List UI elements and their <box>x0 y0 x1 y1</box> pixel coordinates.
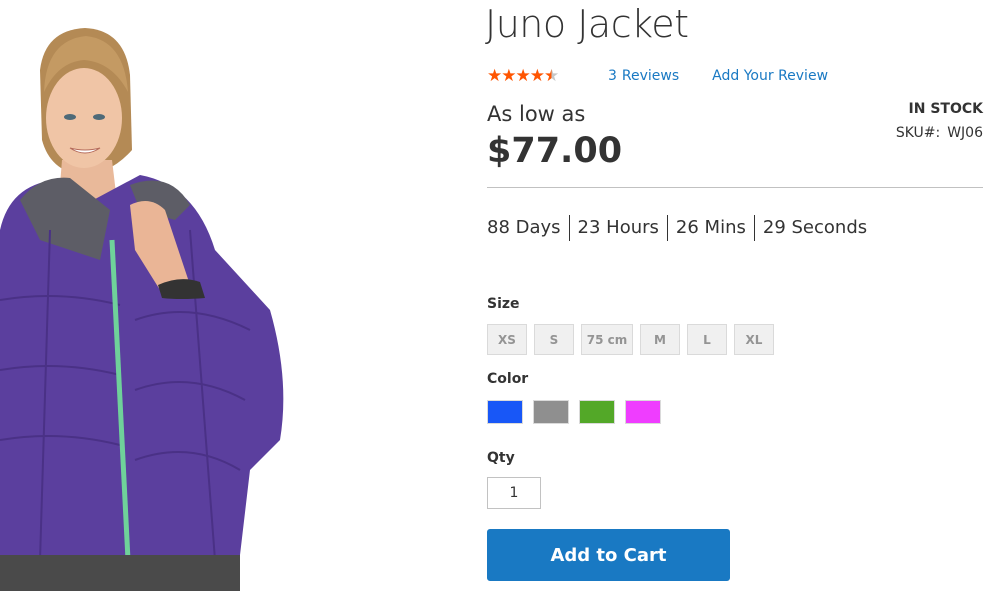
sku-value: WJ06 <box>947 125 983 141</box>
size-option-xl[interactable]: XL <box>734 324 774 355</box>
star-icon: ★ <box>501 65 517 86</box>
color-option-blue[interactable] <box>487 400 523 424</box>
add-review-link[interactable]: Add Your Review <box>712 68 828 84</box>
product-photo <box>0 0 300 591</box>
size-option-m[interactable]: M <box>640 324 680 355</box>
reviews-link[interactable]: 3 Reviews <box>608 68 679 84</box>
color-option-green[interactable] <box>579 400 615 424</box>
qty-label: Qty <box>487 450 515 466</box>
reviews-count: 3 <box>608 68 617 84</box>
star-icon: ★ <box>529 65 545 86</box>
size-option-75cm[interactable]: 75 cm <box>581 324 633 355</box>
price-prefix: As low as <box>487 102 586 126</box>
star-icon: ★ <box>487 65 503 86</box>
half-star-icon: ★ <box>544 65 560 86</box>
qty-input[interactable] <box>487 477 541 509</box>
product-title: Juno Jacket <box>485 2 689 46</box>
product-info: Juno Jacket ★ ★ ★ ★ ★ 3 Reviews Add Your … <box>485 0 983 591</box>
size-option-l[interactable]: L <box>687 324 727 355</box>
star-icon: ★ <box>515 65 531 86</box>
reviews-label: Reviews <box>621 68 680 84</box>
rating-stars: ★ ★ ★ ★ ★ <box>487 65 575 86</box>
rating-summary: ★ ★ ★ ★ ★ 3 Reviews Add Your Review <box>487 66 828 86</box>
sku: SKU#: WJ06 <box>896 125 983 141</box>
countdown-hours: 23 Hours <box>568 215 667 241</box>
sku-label: SKU#: <box>895 125 941 141</box>
size-option-s[interactable]: S <box>534 324 574 355</box>
size-option-xs[interactable]: XS <box>487 324 527 355</box>
product-image[interactable] <box>0 0 300 591</box>
divider <box>487 187 983 188</box>
add-to-cart-button[interactable]: Add to Cart <box>487 529 730 581</box>
color-label: Color <box>487 371 529 387</box>
countdown-seconds: 29 Seconds <box>753 215 875 241</box>
color-option-purple[interactable] <box>625 400 661 424</box>
size-swatches: XS S 75 cm M L XL <box>487 324 781 355</box>
size-label: Size <box>487 296 520 312</box>
color-swatches <box>487 400 671 424</box>
countdown-mins: 26 Mins <box>666 215 754 241</box>
price: $77.00 <box>487 131 623 171</box>
countdown-days: 88 Days <box>487 217 561 238</box>
color-option-gray[interactable] <box>533 400 569 424</box>
stock-status: IN STOCK <box>908 101 983 117</box>
countdown-timer: 88 Days 23 Hours 26 Mins 29 Seconds <box>487 215 875 241</box>
